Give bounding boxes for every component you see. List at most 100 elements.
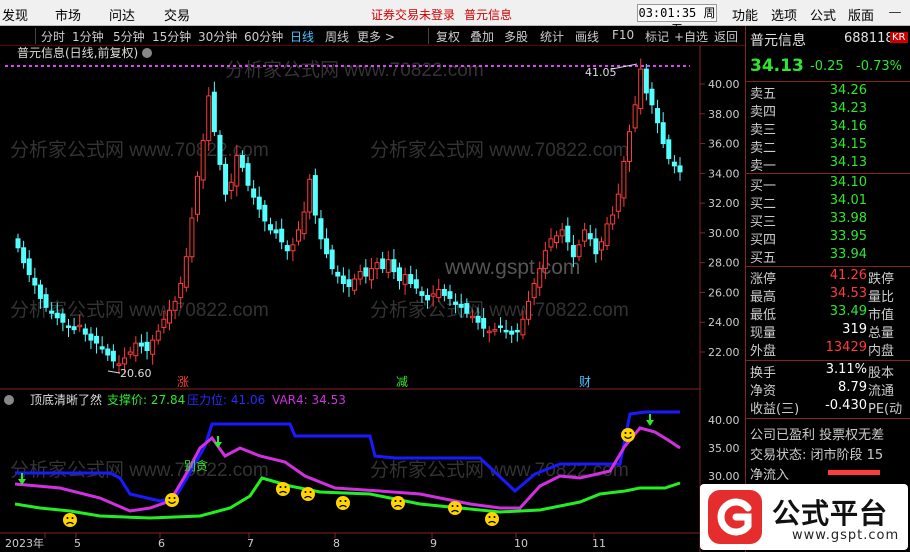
login-notice[interactable]: 证券交易未登录 bbox=[371, 6, 455, 23]
indicator-menu-icon[interactable] bbox=[4, 395, 14, 405]
tab-5min[interactable]: 5分钟 bbox=[113, 28, 145, 45]
candle-body bbox=[542, 250, 548, 270]
stat-label-2: 总量 bbox=[868, 326, 895, 341]
menu-faxian[interactable]: 发现 bbox=[2, 5, 28, 24]
price-tick-label: 24.00 bbox=[708, 316, 740, 329]
btn-huaxian[interactable]: 画线 bbox=[575, 28, 599, 45]
face-eye bbox=[488, 516, 491, 518]
menu-shichang[interactable]: 市场 bbox=[55, 5, 81, 24]
candle-body bbox=[307, 178, 313, 213]
stat-label-2: PE(动 bbox=[868, 402, 903, 417]
stat-row: 现量 319 总量 bbox=[746, 322, 910, 341]
smile-face-icon bbox=[621, 428, 635, 442]
x-tick-label: 9 bbox=[430, 537, 437, 550]
stat-value: 13429 bbox=[825, 340, 867, 355]
candle-body bbox=[537, 268, 543, 288]
tab-fenshi[interactable]: 分时 bbox=[41, 28, 65, 45]
ask-row-1[interactable]: 卖一 34.13 bbox=[746, 155, 910, 174]
candle-body bbox=[514, 329, 520, 333]
stat-value: 33.49 bbox=[829, 304, 867, 319]
chart-area[interactable]: 分析家公式网 www.70822.com 分析家公式网 www.70822.co… bbox=[0, 46, 745, 552]
minimize-icon[interactable]: — bbox=[884, 3, 906, 23]
ask-label: 卖一 bbox=[750, 159, 777, 174]
menu-wenda[interactable]: 问达 bbox=[109, 5, 135, 24]
x-tick-label: 11 bbox=[592, 537, 606, 550]
ask-price: 34.23 bbox=[829, 101, 867, 116]
candle-body bbox=[509, 330, 515, 335]
tab-more[interactable]: 更多 > bbox=[357, 28, 395, 45]
bid-row-1[interactable]: 买一 34.10 bbox=[746, 175, 910, 194]
last-price: 34.13 bbox=[750, 56, 804, 76]
watermark-text-5: 分析家公式网 www.70822.com bbox=[10, 459, 269, 481]
chevron-down-icon[interactable] bbox=[142, 48, 152, 58]
candle-body bbox=[318, 218, 324, 240]
stat-value: 8.79 bbox=[838, 380, 867, 395]
btn-tongji[interactable]: 统计 bbox=[540, 28, 564, 45]
btn-add-watch[interactable]: +自选 bbox=[674, 28, 708, 45]
tab-weekly[interactable]: 周线 bbox=[325, 28, 349, 45]
sad-face-icon bbox=[336, 496, 350, 510]
candle-body bbox=[99, 346, 105, 350]
bid-row-2[interactable]: 买二 34.01 bbox=[746, 193, 910, 212]
menu-banmian[interactable]: 版面 bbox=[848, 5, 874, 24]
stock-code: 688118 bbox=[844, 31, 894, 46]
stat-label: 现量 bbox=[750, 326, 777, 341]
stat-label: 净资 bbox=[750, 384, 777, 399]
face-eye bbox=[399, 500, 402, 502]
ask-row-3[interactable]: 卖三 34.16 bbox=[746, 119, 910, 138]
candle-body bbox=[396, 267, 402, 282]
btn-f10[interactable]: F10 bbox=[612, 28, 634, 42]
candle-body bbox=[122, 357, 128, 365]
candle-body bbox=[380, 258, 386, 270]
candle-body bbox=[206, 95, 212, 142]
face-eye bbox=[629, 432, 632, 434]
tab-60min[interactable]: 60分钟 bbox=[244, 28, 283, 45]
menu-gongneng[interactable]: 功能 bbox=[732, 5, 758, 24]
candles bbox=[15, 58, 683, 375]
candle-body bbox=[587, 233, 593, 240]
price-tick-label: 36.00 bbox=[708, 138, 740, 151]
btn-diejia[interactable]: 叠加 bbox=[470, 28, 494, 45]
bid-label: 买二 bbox=[750, 197, 777, 212]
stat-label: 涨停 bbox=[750, 272, 777, 287]
kline-chart[interactable]: 分析家公式网 www.70822.com 分析家公式网 www.70822.co… bbox=[0, 46, 745, 552]
netflow-bar bbox=[828, 470, 880, 475]
btn-duogu[interactable]: 多股 bbox=[504, 28, 528, 45]
bid-price: 33.98 bbox=[829, 211, 867, 226]
btn-fuquan[interactable]: 复权 bbox=[436, 28, 460, 45]
candle-body bbox=[262, 204, 268, 222]
x-tick-label: 7 bbox=[247, 537, 254, 550]
face-eye bbox=[493, 516, 496, 518]
candle-body bbox=[60, 313, 66, 323]
ask-price: 34.13 bbox=[829, 155, 867, 170]
bid-row-4[interactable]: 买四 33.95 bbox=[746, 229, 910, 248]
tab-daily[interactable]: 日线 bbox=[290, 28, 314, 45]
ask-row-2[interactable]: 卖二 34.15 bbox=[746, 137, 910, 156]
candle-body bbox=[234, 154, 240, 187]
ask-row-5[interactable]: 卖五 34.26 bbox=[746, 83, 910, 102]
face-eye bbox=[71, 517, 74, 519]
bid-label: 买一 bbox=[750, 179, 777, 194]
candle-body bbox=[329, 249, 335, 270]
candle-body bbox=[267, 224, 273, 231]
menu-xuanxiang[interactable]: 选项 bbox=[771, 5, 797, 24]
tab-30min[interactable]: 30分钟 bbox=[198, 28, 237, 45]
price-change: -0.25 bbox=[810, 59, 844, 74]
candle-body bbox=[82, 328, 88, 335]
btn-biaoji[interactable]: 标记 bbox=[645, 28, 669, 45]
candle-body bbox=[340, 275, 346, 285]
tab-1min[interactable]: 1分钟 bbox=[72, 28, 104, 45]
btn-back[interactable]: 返回 bbox=[714, 28, 738, 45]
candle-body bbox=[464, 303, 470, 314]
menu-gongshi[interactable]: 公式 bbox=[810, 5, 836, 24]
menu-jiaoyi[interactable]: 交易 bbox=[164, 5, 190, 24]
tab-15min[interactable]: 15分钟 bbox=[152, 28, 191, 45]
candle-body bbox=[211, 91, 217, 133]
stat-row: 收益(三) -0.430 PE(动 bbox=[746, 398, 910, 417]
bid-row-5[interactable]: 买五 33.94 bbox=[746, 247, 910, 266]
candle-body bbox=[627, 131, 633, 162]
bid-row-3[interactable]: 买三 33.98 bbox=[746, 211, 910, 230]
ask-row-4[interactable]: 卖四 34.23 bbox=[746, 101, 910, 120]
chart-toolbar: 分时 1分钟 5分钟 15分钟 30分钟 60分钟 日线 周线 更多 > 复权 … bbox=[0, 26, 745, 46]
face-eye bbox=[66, 517, 69, 519]
